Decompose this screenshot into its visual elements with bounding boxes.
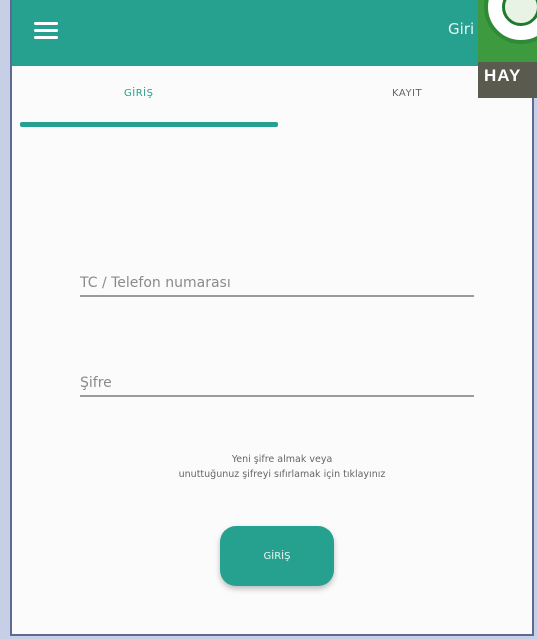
logo-text: HAY [484,66,522,85]
forgot-password-link[interactable]: Yeni şifre almak veya unuttuğunuz şifrey… [92,452,472,482]
active-tab-indicator [20,122,278,127]
hint-line-2: unuttuğunuz şifreyi sıfırlamak için tıkl… [178,469,386,480]
phone-field-container [80,272,474,297]
login-button[interactable]: GİRİŞ [220,526,334,586]
hint-line-1: Yeni şifre almak veya [231,454,333,465]
tab-giris[interactable]: GİRİŞ [124,88,153,99]
tab-kayit[interactable]: KAYIT [392,88,422,99]
logo-seal-center [502,0,537,26]
password-input[interactable] [80,375,474,397]
hamburger-menu-icon[interactable] [34,22,58,40]
app-window: Giri GİRİŞ KAYIT Yeni şifre almak veya u… [10,0,534,636]
app-bar-title: Giri [448,20,475,38]
organization-logo: HAY [478,0,537,98]
password-field-container [80,372,474,397]
tc-phone-input[interactable] [80,275,474,297]
app-bar: Giri [12,0,532,66]
